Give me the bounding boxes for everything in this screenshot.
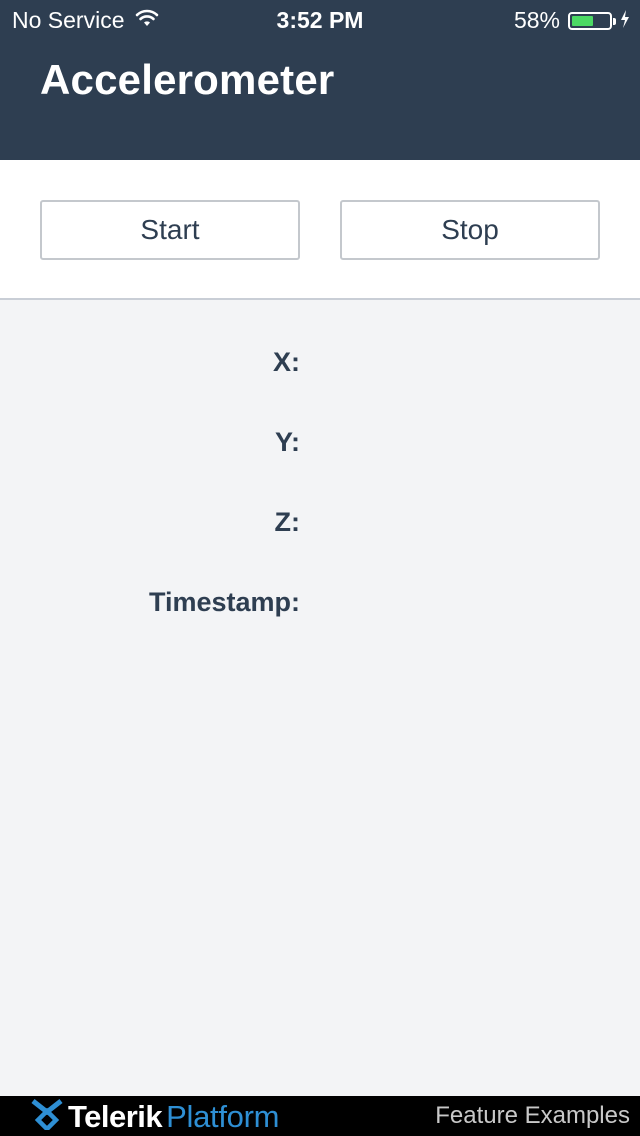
brand-name: Telerik: [68, 1098, 163, 1134]
readings-list: X: Y: Z: Timestamp:: [0, 302, 640, 622]
start-button[interactable]: Start: [40, 200, 300, 260]
battery-fill: [572, 15, 593, 26]
brand-logo: Telerik Platform: [30, 1098, 279, 1135]
app-header: No Service 3:52 PM 58% Accelerometer: [0, 0, 640, 160]
charging-bolt-icon: [620, 7, 630, 34]
status-right: 58%: [514, 7, 630, 34]
brand-product: Platform: [166, 1098, 280, 1134]
reading-label-timestamp: Timestamp:: [148, 587, 300, 617]
app-screen: No Service 3:52 PM 58% Accelerometer Sta…: [0, 0, 640, 1136]
stop-button[interactable]: Stop: [340, 200, 600, 260]
footer-bar: Telerik Platform Feature Examples: [0, 1096, 640, 1136]
reading-label-z: Z:: [274, 507, 300, 537]
footer-caption: Feature Examples: [435, 1102, 630, 1129]
reading-row-timestamp: Timestamp:: [0, 542, 640, 622]
reading-label-x: X:: [273, 347, 300, 377]
battery-icon: [568, 11, 616, 30]
reading-label-y: Y:: [275, 427, 300, 457]
battery-nub: [613, 17, 616, 25]
control-bar: Start Stop: [0, 160, 640, 300]
reading-row-y: Y:: [0, 382, 640, 462]
status-bar: No Service 3:52 PM 58%: [0, 0, 640, 40]
battery-percent: 58%: [513, 7, 560, 33]
reading-row-z: Z:: [0, 462, 640, 542]
page-title: Accelerometer: [40, 56, 335, 103]
reading-row-x: X:: [0, 302, 640, 382]
telerik-logo-icon: [30, 1098, 64, 1135]
